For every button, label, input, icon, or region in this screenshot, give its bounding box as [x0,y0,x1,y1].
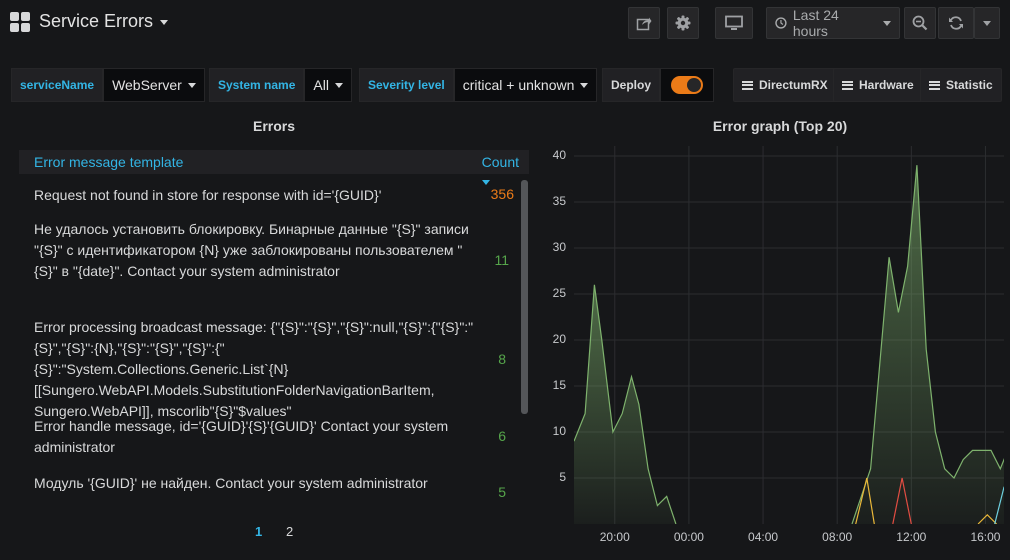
series-area [852,165,1004,524]
link-directumrx[interactable]: DirectumRX [733,68,837,102]
chevron-down-icon [187,82,196,88]
chart-series [574,165,1004,524]
graph-panel-title[interactable]: Error graph (Top 20) [690,118,870,134]
errors-panel-title[interactable]: Errors [224,118,324,134]
severity-level-select[interactable]: critical + unknown [453,68,598,102]
x-tick-label: 20:00 [599,530,630,544]
refresh-button[interactable] [938,7,974,39]
y-tick-label: 15 [552,378,566,392]
table-row-count: 11 [494,252,509,268]
y-tick-label: 40 [552,148,566,162]
y-tick-label: 20 [552,332,566,346]
chevron-down-icon [160,19,169,25]
zoom-out-button[interactable] [904,7,936,39]
variable-severity-level: Severity level critical + unknown [359,68,598,102]
x-tick-label: 16:00 [970,530,1001,544]
y-tick-label: 30 [552,240,566,254]
monitor-icon [725,15,743,30]
y-tick-label: 35 [552,194,566,208]
apps-icon[interactable] [10,12,30,32]
x-tick-label: 04:00 [748,530,779,544]
link-label: Hardware [859,78,914,92]
link-label: Statistic [946,78,993,92]
page-link-2[interactable]: 2 [286,524,293,539]
y-tick-label: 10 [552,424,566,438]
chevron-down-icon [983,20,991,26]
variable-deploy: Deploy [602,68,715,102]
sort-desc-icon [482,180,490,185]
table-row-message: Не удалось установить блокировку. Бинарн… [34,221,469,279]
severity-level-label: Severity level [359,68,454,102]
variable-system-name: System name All [209,68,352,102]
gear-icon [675,15,691,31]
bars-icon [742,80,753,90]
bars-icon [842,80,853,90]
dashboard-title[interactable]: Service Errors [39,11,169,32]
service-name-select[interactable]: WebServer [103,68,205,102]
time-range-picker[interactable]: Last 24 hours [766,7,900,39]
table-row-count: 8 [498,351,506,367]
variable-service-name: serviceName WebServer [11,68,205,102]
table-row-message: Error processing broadcast message: {"{S… [34,319,474,419]
link-hardware[interactable]: Hardware [833,68,923,102]
page-link-1[interactable]: 1 [255,524,262,539]
service-name-label: serviceName [11,68,104,102]
toggle-switch [671,76,704,94]
table-scrollbar[interactable] [521,180,528,414]
chevron-down-icon [580,82,589,88]
time-range-label: Last 24 hours [792,7,839,39]
y-tick-label: 25 [552,286,566,300]
table-row-message: Request not found in store for response … [34,187,382,203]
share-button[interactable] [628,7,660,39]
refresh-interval-button[interactable] [974,7,1000,39]
share-icon [636,17,652,31]
column-header-message[interactable]: Error message template [34,154,183,170]
y-tick-label: 5 [559,470,566,484]
deploy-label: Deploy [602,68,661,102]
system-name-value: All [313,77,329,93]
zoom-out-icon [912,15,928,31]
severity-level-value: critical + unknown [462,77,575,93]
table-row-count: 5 [498,484,506,500]
chevron-down-icon [334,82,343,88]
settings-button[interactable] [667,7,699,39]
link-statistic[interactable]: Statistic [920,68,1002,102]
x-tick-label: 00:00 [673,530,704,544]
refresh-icon [949,16,963,30]
table-row-message: Error handle message, id='{GUID}'{S}'{GU… [34,418,449,455]
clock-icon [775,17,787,29]
column-header-count[interactable]: Count [482,154,519,170]
table-row-count: 6 [498,428,506,444]
table-row-message: Модуль '{GUID}' не найден. Contact your … [34,475,428,491]
chevron-down-icon [883,20,891,26]
system-name-select[interactable]: All [304,68,352,102]
view-mode-button[interactable] [715,7,753,39]
table-header: Error message template Count [19,150,529,174]
dashboard-title-text: Service Errors [39,11,154,31]
system-name-label: System name [209,68,305,102]
deploy-toggle[interactable] [660,68,715,102]
x-tick-label: 08:00 [822,530,853,544]
bars-icon [929,80,940,90]
link-label: DirectumRX [759,78,828,92]
table-row-count: 356 [490,186,514,202]
x-tick-label: 12:00 [896,530,927,544]
service-name-value: WebServer [112,77,182,93]
error-graph[interactable] [574,146,1004,524]
